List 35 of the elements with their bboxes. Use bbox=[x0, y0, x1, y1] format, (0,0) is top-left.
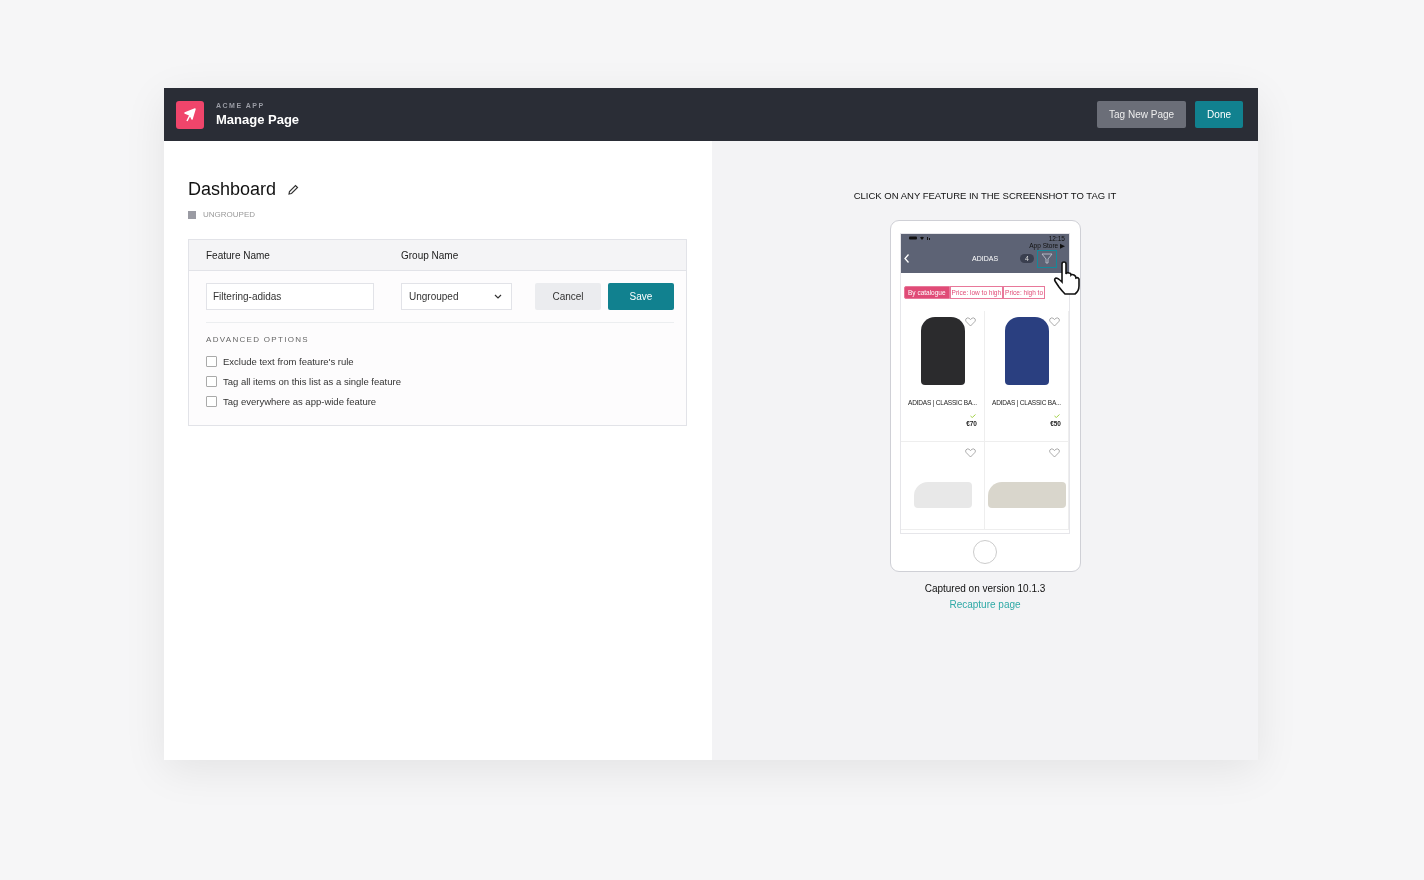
checkbox[interactable] bbox=[206, 395, 217, 407]
group-swatch bbox=[188, 210, 196, 219]
pencil-icon bbox=[287, 183, 300, 196]
save-button[interactable]: Save bbox=[608, 283, 674, 310]
check-icon bbox=[970, 414, 976, 418]
option-label[interactable]: Exclude text from feature's rule bbox=[223, 355, 354, 367]
version-caption: Captured on version 10.1.3 bbox=[924, 583, 1046, 594]
cancel-button[interactable]: Cancel bbox=[535, 283, 601, 310]
check-icon bbox=[1054, 414, 1060, 418]
section-label: ADVANCED OPTIONS bbox=[206, 335, 310, 344]
done-button[interactable]: Done bbox=[1195, 101, 1243, 128]
option-label[interactable]: Tag everywhere as app-wide feature bbox=[223, 395, 377, 407]
photo-placeholder bbox=[920, 317, 965, 385]
column-heading: Feature Name bbox=[206, 249, 271, 261]
tag-new-page-button[interactable]: Tag New Page bbox=[1097, 101, 1187, 128]
filter-icon bbox=[1040, 253, 1053, 264]
instruction-text: CLICK ON ANY FEATURE IN THE SCREENSHOT TO TAG IT bbox=[853, 190, 1117, 201]
heart-icon bbox=[965, 317, 976, 327]
recapture-link[interactable]: Recapture page bbox=[949, 599, 1021, 610]
heart-icon bbox=[1049, 317, 1060, 327]
checkbox[interactable] bbox=[206, 375, 217, 387]
option-label[interactable]: Tag all items on this list as a single feature bbox=[223, 375, 401, 387]
page-heading: Manage Page bbox=[216, 112, 300, 127]
column-heading: Group Name bbox=[401, 249, 460, 261]
logo-icon bbox=[176, 100, 204, 129]
feature-name-field[interactable]: Filtering-adidas bbox=[206, 283, 374, 310]
page-title: Dashboard bbox=[188, 179, 277, 200]
group-label: UNGROUPED bbox=[203, 210, 255, 219]
heart-icon bbox=[1049, 448, 1060, 458]
heart-icon bbox=[965, 448, 976, 458]
chevron-down-icon bbox=[494, 294, 502, 299]
checkbox[interactable] bbox=[206, 355, 217, 367]
filter-button[interactable] bbox=[1036, 249, 1057, 268]
photo-placeholder bbox=[1004, 317, 1049, 385]
group-select[interactable]: Ungrouped bbox=[401, 283, 512, 310]
